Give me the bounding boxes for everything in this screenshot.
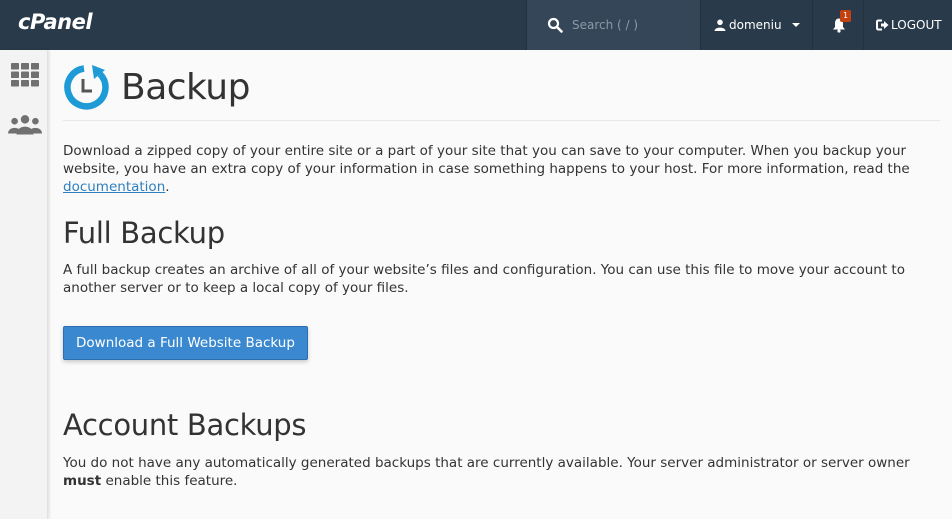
logout-button[interactable]: LOGOUT (864, 0, 952, 50)
account-backups-description: You do not have any automatically genera… (63, 454, 943, 490)
backup-clock-icon (64, 65, 109, 110)
username-label: domeniu (729, 18, 782, 32)
search-icon (547, 17, 563, 33)
page-title: Backup (121, 66, 250, 108)
download-full-backup-button[interactable]: Download a Full Website Backup (63, 326, 308, 360)
title-divider (63, 120, 940, 121)
documentation-link[interactable]: documentation (63, 179, 165, 195)
intro-text: Download a zipped copy of your entire si… (63, 142, 943, 196)
logout-icon (876, 19, 889, 31)
logout-label: LOGOUT (891, 18, 942, 32)
full-backup-description: A full backup creates an archive of all … (63, 262, 905, 296)
users-icon (8, 115, 42, 135)
intro-body: Download a zipped copy of your entire si… (63, 143, 910, 177)
user-menu[interactable]: domeniu (701, 0, 813, 50)
user-icon (714, 19, 726, 31)
cpanel-logo[interactable]: cPanel (18, 10, 93, 34)
page-header: Backup (63, 60, 250, 114)
full-backup-heading: Full Backup (63, 216, 225, 250)
top-bar: cPanel domeniu 1 LOGOUT (0, 0, 952, 50)
notifications-button[interactable]: 1 (813, 0, 864, 50)
intro-end: . (165, 179, 170, 195)
sidebar (0, 50, 48, 519)
search-box[interactable] (526, 0, 701, 50)
sidebar-item-home[interactable] (8, 60, 42, 90)
grid-icon (11, 63, 39, 87)
account-backups-text-start: You do not have any automatically genera… (63, 455, 910, 471)
sidebar-item-users[interactable] (8, 110, 42, 140)
chevron-down-icon (791, 23, 800, 27)
account-backups-text-end: enable this feature. (101, 473, 238, 489)
account-backups-heading: Account Backups (63, 408, 307, 442)
search-input[interactable] (572, 0, 692, 50)
account-backups-emphasis: must (63, 473, 102, 489)
notification-badge: 1 (840, 10, 852, 22)
